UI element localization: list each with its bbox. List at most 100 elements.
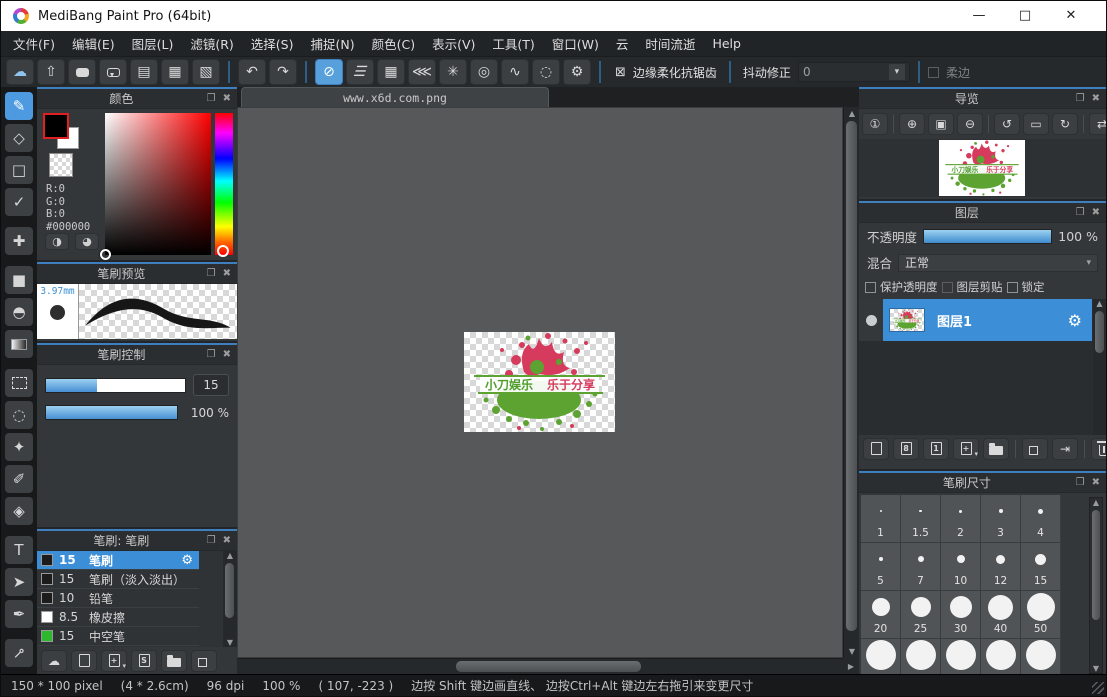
share-button[interactable]: ⇧: [37, 59, 65, 85]
zoom-in-button[interactable]: ⊕: [899, 113, 925, 135]
operate-tool[interactable]: ➤: [5, 568, 33, 596]
chevron-down-icon[interactable]: ▾: [1086, 258, 1091, 268]
brush-size-cell[interactable]: 1.5: [901, 495, 941, 543]
clipping-checkbox[interactable]: [942, 282, 953, 293]
lock-checkbox[interactable]: [1007, 282, 1018, 293]
scroll-up-icon[interactable]: ▲: [1093, 299, 1106, 308]
layer-settings-gear-icon[interactable]: ⚙: [1068, 311, 1082, 330]
menu-item-3[interactable]: 滤镜(R): [190, 34, 233, 53]
canvas-vertical-scrollbar[interactable]: ▲ ▼: [843, 107, 859, 658]
brush-list-item[interactable]: 15笔刷（淡入淡出）: [37, 570, 199, 589]
brush-size-cell[interactable]: [861, 639, 901, 676]
brush-size-cell[interactable]: 30: [941, 591, 981, 639]
panel-close-icon[interactable]: ✖: [1092, 93, 1100, 104]
panel-close-icon[interactable]: ✖: [223, 349, 231, 360]
select-eraser-tool[interactable]: ◈: [5, 497, 33, 525]
hue-slider[interactable]: [215, 113, 233, 255]
brush-size-cell[interactable]: 5: [861, 543, 901, 591]
chevron-down-icon[interactable]: ▾: [889, 64, 905, 80]
brush-cloud-download-button[interactable]: ☁: [41, 650, 67, 672]
brush-size-cell[interactable]: 7: [901, 543, 941, 591]
delete-layer-button[interactable]: [1091, 438, 1106, 460]
brush-size-cell[interactable]: 50: [1021, 591, 1061, 639]
shape-brush-tool[interactable]: □: [5, 156, 33, 184]
brush-size-value[interactable]: 15: [193, 374, 229, 396]
menu-item-1[interactable]: 编辑(E): [72, 34, 115, 53]
menu-item-5[interactable]: 捕捉(N): [310, 34, 354, 53]
snap-curve-button[interactable]: ∿: [501, 59, 529, 85]
panel-close-icon[interactable]: ✖: [223, 268, 231, 279]
snap-ellipse-button[interactable]: ◌: [532, 59, 560, 85]
edge-antialias-icon[interactable]: ⊠: [615, 65, 626, 80]
rotate-ccw-button[interactable]: ↺: [994, 113, 1020, 135]
brush-size-cell[interactable]: 10: [941, 543, 981, 591]
resize-grip[interactable]: [1092, 682, 1104, 694]
text-tool[interactable]: T: [5, 536, 33, 564]
brush-size-cell[interactable]: 1: [861, 495, 901, 543]
brush-size-cell[interactable]: [981, 639, 1021, 676]
gradient-tool[interactable]: [5, 330, 33, 358]
panel-popout-icon[interactable]: ❐: [1076, 477, 1085, 488]
protect-alpha-checkbox[interactable]: [865, 282, 876, 293]
select-pen-tool[interactable]: ✐: [5, 465, 33, 493]
pen-tool[interactable]: ✒: [5, 600, 33, 628]
snap-settings-button[interactable]: ⚙: [563, 59, 591, 85]
menu-item-0[interactable]: 文件(F): [13, 34, 55, 53]
transparent-color-swatch[interactable]: [49, 153, 73, 177]
add-layer-button[interactable]: [863, 438, 889, 460]
menu-item-8[interactable]: 工具(T): [492, 34, 534, 53]
chevron-down-icon[interactable]: ▾: [974, 450, 978, 458]
add-brush-menu-button[interactable]: +▾: [101, 650, 127, 672]
soft-edge-checkbox[interactable]: [928, 67, 939, 78]
chevron-down-icon[interactable]: ▾: [122, 662, 126, 670]
navigator-thumbnail[interactable]: [939, 140, 1025, 196]
canvas-horizontal-scrollbar[interactable]: [237, 658, 843, 674]
brush-folder-button[interactable]: [161, 650, 187, 672]
dot-pen-tool[interactable]: ✓: [5, 188, 33, 216]
sv-marker[interactable]: [100, 249, 111, 260]
brush-list-item[interactable]: 15笔刷⚙: [37, 551, 199, 570]
brush-size-cell[interactable]: [901, 639, 941, 676]
comment-button[interactable]: [68, 59, 96, 85]
palette-button[interactable]: ◑: [45, 233, 69, 250]
panel-close-icon[interactable]: ✖: [1092, 207, 1100, 218]
panel-popout-icon[interactable]: ❐: [1076, 207, 1085, 218]
foreground-color-swatch[interactable]: [45, 115, 67, 137]
brush-size-cell[interactable]: 40: [981, 591, 1021, 639]
brush-size-cell[interactable]: 25: [901, 591, 941, 639]
layer-folder-button[interactable]: [983, 438, 1009, 460]
menu-item-2[interactable]: 图层(L): [132, 34, 174, 53]
snap-grid-button[interactable]: ▦: [377, 59, 405, 85]
menu-item-9[interactable]: 窗口(W): [552, 34, 599, 53]
add-script-brush-button[interactable]: S: [131, 650, 157, 672]
panel-popout-icon[interactable]: ❐: [207, 535, 216, 546]
snap-parallel-button[interactable]: ☰: [346, 59, 374, 85]
stabilizer-dropdown[interactable]: 0 ▾: [798, 62, 910, 82]
menu-item-4[interactable]: 选择(S): [251, 34, 294, 53]
material-edit-button[interactable]: ▧: [192, 59, 220, 85]
brush-settings-gear-icon[interactable]: ⚙: [181, 553, 193, 568]
rotate-cw-button[interactable]: ↻: [1052, 113, 1078, 135]
snap-concentric-button[interactable]: ◎: [470, 59, 498, 85]
panel-popout-icon[interactable]: ❐: [207, 349, 216, 360]
menu-item-7[interactable]: 表示(V): [432, 34, 475, 53]
redo-button[interactable]: ↷: [269, 59, 297, 85]
document-tab[interactable]: www.x6d.com.png: [241, 87, 549, 107]
brush-size-cell[interactable]: 4: [1021, 495, 1061, 543]
add-8bit-layer-button[interactable]: 8: [893, 438, 919, 460]
fill-shape-tool[interactable]: ■: [5, 266, 33, 294]
scroll-up-icon[interactable]: ▲: [1090, 498, 1102, 507]
close-button[interactable]: ✕: [1048, 1, 1094, 31]
menu-item-11[interactable]: 时间流逝: [645, 34, 695, 53]
message-button[interactable]: [99, 59, 127, 85]
brush-size-cell[interactable]: 15: [1021, 543, 1061, 591]
reset-rotation-button[interactable]: ▭: [1023, 113, 1049, 135]
snap-off-button[interactable]: ⊘: [315, 59, 343, 85]
layer-visibility-toggle[interactable]: [859, 299, 883, 341]
fit-window-button[interactable]: ▣: [928, 113, 954, 135]
undo-button[interactable]: ↶: [238, 59, 266, 85]
bucket-tool[interactable]: ◓: [5, 298, 33, 326]
eyedropper-tool[interactable]: ⊸: [5, 639, 33, 667]
brush-list-scrollbar[interactable]: ▲ ▼: [223, 551, 237, 647]
add-1bit-layer-button[interactable]: 1: [923, 438, 949, 460]
